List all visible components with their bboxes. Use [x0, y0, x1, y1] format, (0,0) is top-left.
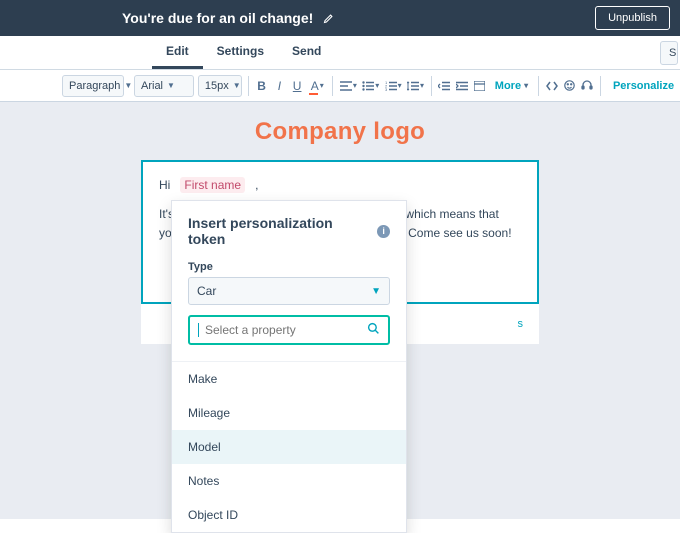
- line-height-icon[interactable]: ▾: [406, 75, 424, 97]
- greeting-prefix: Hi: [159, 178, 170, 192]
- italic-icon[interactable]: I: [272, 75, 286, 97]
- popover-title-wrap: Insert personalization token i: [172, 215, 406, 255]
- greeting-suffix: ,: [255, 178, 258, 192]
- smile-icon[interactable]: [563, 75, 577, 97]
- svg-text:3: 3: [385, 87, 388, 91]
- option-label: Mileage: [188, 406, 230, 420]
- property-list: Make Mileage Model Notes Object ID: [172, 361, 406, 532]
- property-option-make[interactable]: Make: [172, 362, 406, 396]
- property-option-notes[interactable]: Notes: [172, 464, 406, 498]
- type-dropdown-value: Car: [197, 284, 216, 298]
- indent-icon[interactable]: [455, 75, 469, 97]
- tab-label: Send: [292, 44, 321, 58]
- editor-canvas: Company logo Hi First name , It's been 9…: [0, 102, 680, 519]
- style-select-value: Paragraph: [69, 80, 120, 92]
- option-label: Notes: [188, 474, 219, 488]
- text-cursor-icon: [198, 323, 199, 337]
- tabs-row: Edit Settings Send S: [0, 36, 680, 70]
- greeting-line: Hi First name ,: [159, 176, 521, 195]
- page-title-wrap: You're due for an oil change!: [122, 10, 335, 26]
- align-icon[interactable]: ▾: [339, 75, 357, 97]
- unpublish-button[interactable]: Unpublish: [595, 6, 670, 30]
- footer-link-fragment[interactable]: s: [518, 318, 524, 330]
- token-first-name[interactable]: First name: [180, 177, 245, 193]
- fontsize-select-value: 15px: [205, 80, 229, 92]
- popover-title: Insert personalization token: [188, 215, 371, 247]
- tab-settings[interactable]: Settings: [203, 36, 278, 69]
- app-header: You're due for an oil change! Unpublish: [0, 0, 680, 36]
- font-select-value: Arial: [141, 80, 163, 92]
- toolbar-separator: [248, 76, 249, 96]
- more-label: More: [495, 80, 521, 92]
- chevron-down-icon: ▼: [124, 81, 132, 90]
- type-label: Type: [188, 261, 390, 273]
- property-option-objectid[interactable]: Object ID: [172, 498, 406, 532]
- font-select[interactable]: Arial ▼: [134, 75, 194, 97]
- list-numbered-icon[interactable]: 123 ▾: [384, 75, 402, 97]
- bold-icon[interactable]: B: [255, 75, 269, 97]
- info-icon[interactable]: i: [377, 225, 390, 238]
- personalize-button[interactable]: Personalize: [607, 80, 680, 92]
- option-label: Model: [188, 440, 221, 454]
- code-icon[interactable]: [545, 75, 559, 97]
- option-label: Make: [188, 372, 217, 386]
- more-dropdown[interactable]: More ▾: [491, 80, 532, 92]
- fontsize-select[interactable]: 15px ▼: [198, 75, 242, 97]
- option-label: Object ID: [188, 508, 238, 522]
- property-option-mileage[interactable]: Mileage: [172, 396, 406, 430]
- chevron-down-icon: ▼: [167, 81, 175, 90]
- chevron-down-icon: ▼: [371, 286, 381, 297]
- tab-label: Edit: [166, 44, 189, 58]
- body-after-text: . Come see us soon!: [401, 226, 511, 240]
- right-edge-button[interactable]: S: [660, 41, 678, 65]
- underline-icon[interactable]: U: [290, 75, 304, 97]
- editor-toolbar: Paragraph ▼ Arial ▼ 15px ▼ B I U A ▾ ▾ ▾…: [0, 70, 680, 102]
- type-dropdown[interactable]: Car ▼: [188, 277, 390, 305]
- insert-block-icon[interactable]: [473, 75, 487, 97]
- chevron-down-icon: ▼: [233, 81, 241, 90]
- chevron-down-icon: ▾: [524, 81, 528, 90]
- tab-label: Settings: [217, 44, 264, 58]
- list-bullet-icon[interactable]: ▾: [362, 75, 380, 97]
- style-select[interactable]: Paragraph ▼: [62, 75, 124, 97]
- property-option-model[interactable]: Model: [172, 430, 406, 464]
- outdent-icon[interactable]: [437, 75, 451, 97]
- pencil-icon[interactable]: [323, 12, 335, 24]
- page-title: You're due for an oil change!: [122, 10, 313, 26]
- personalization-popover: Insert personalization token i Type Car …: [171, 200, 407, 533]
- toolbar-separator: [538, 76, 539, 96]
- toolbar-separator: [600, 76, 601, 96]
- search-icon[interactable]: [367, 322, 380, 338]
- toolbar-separator: [431, 76, 432, 96]
- toolbar-separator: [332, 76, 333, 96]
- text-color-icon[interactable]: A ▾: [308, 75, 326, 97]
- company-logo-placeholder[interactable]: Company logo: [0, 118, 680, 146]
- headset-icon[interactable]: [580, 75, 594, 97]
- property-search-input[interactable]: [205, 323, 361, 337]
- tab-send[interactable]: Send: [278, 36, 335, 69]
- property-search-wrap[interactable]: [188, 315, 390, 345]
- tab-edit[interactable]: Edit: [152, 36, 203, 69]
